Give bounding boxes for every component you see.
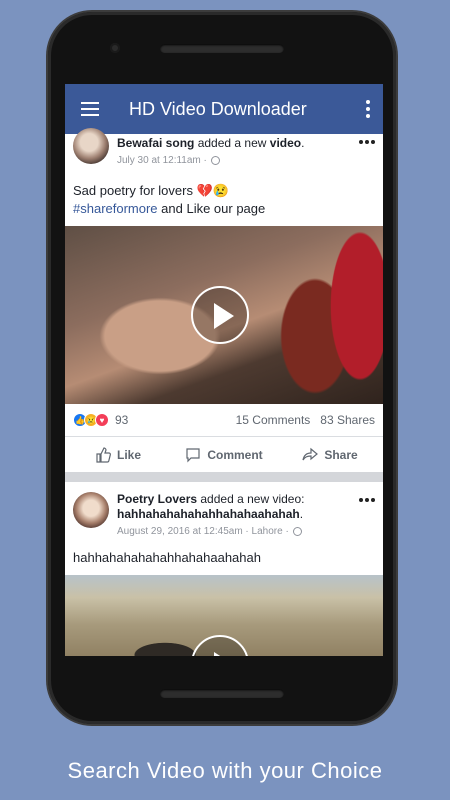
video-title[interactable]: hahhahahahahahhahahaahahah	[117, 507, 300, 521]
like-button[interactable]: Like	[65, 446, 171, 463]
timestamp: August 29, 2016 at 12:45am · Lahore ·	[117, 524, 304, 539]
action-tail: .	[301, 136, 305, 150]
play-icon[interactable]	[191, 635, 249, 656]
author-name[interactable]: Poetry Lovers	[117, 492, 197, 506]
post-more-icon[interactable]	[359, 140, 375, 144]
share-label: Share	[324, 447, 358, 462]
app-title: HD Video Downloader	[129, 98, 307, 119]
post-header: Bewafai song added a new video. July 30 …	[65, 128, 383, 168]
post-stats: 👍 😢 ♥ 93 15 Comments 83 Shares	[65, 404, 383, 436]
post-more-icon[interactable]	[359, 498, 375, 502]
post-actions: Like Comment Share	[65, 436, 383, 472]
post-text-tail: and Like our page	[157, 201, 266, 216]
comment-button[interactable]: Comment	[171, 447, 277, 463]
feed-divider	[65, 472, 383, 482]
speaker-grille-bottom	[160, 689, 284, 698]
post-meta: Bewafai song added a new video. July 30 …	[117, 136, 304, 168]
like-label: Like	[116, 447, 141, 462]
hashtag-link[interactable]: #shareformore	[73, 201, 158, 216]
post-text-line: hahhahahahahahhahahaahahah	[73, 550, 261, 565]
comment-count[interactable]: 15 Comments	[236, 413, 311, 427]
menu-icon[interactable]	[65, 84, 115, 134]
feed-post: Poetry Lovers added a new video: hahhaha…	[65, 482, 383, 656]
comment-label: Comment	[207, 447, 263, 462]
comment-icon	[186, 447, 200, 462]
love-reaction-icon: ♥	[95, 413, 109, 427]
globe-icon	[210, 156, 220, 165]
globe-icon	[292, 527, 302, 536]
app-bar: HD Video Downloader	[65, 84, 383, 134]
share-button[interactable]: Share	[277, 447, 383, 463]
post-text-line: Sad poetry for lovers 💔😢	[73, 183, 229, 198]
reaction-count[interactable]: 93	[115, 413, 128, 427]
avatar[interactable]	[73, 128, 109, 164]
more-vert-icon[interactable]	[353, 84, 383, 134]
promo-caption: Search Video with your Choice	[67, 758, 383, 783]
feed-post: Bewafai song added a new video. July 30 …	[65, 128, 383, 472]
action-tail: .	[299, 507, 304, 521]
post-text: Sad poetry for lovers 💔😢 #shareformore a…	[65, 182, 383, 218]
action-text: added a new video:	[197, 492, 305, 506]
play-icon[interactable]	[191, 286, 249, 344]
post-text: hahhahahahahahhahahaahahah	[65, 549, 383, 567]
action-text: added a new	[194, 136, 270, 150]
post-meta: Poetry Lovers added a new video: hahhaha…	[117, 492, 304, 539]
reaction-icons[interactable]: 👍 😢 ♥	[73, 413, 109, 427]
video-thumbnail[interactable]	[65, 575, 383, 656]
avatar[interactable]	[73, 492, 109, 528]
phone-screen: HD Video Downloader Bewafai song added a…	[65, 84, 383, 656]
author-name[interactable]: Bewafai song	[117, 136, 194, 150]
timestamp: July 30 at 12:11am ·	[117, 153, 304, 168]
action-strong[interactable]: video	[270, 136, 301, 150]
post-header: Poetry Lovers added a new video: hahhaha…	[65, 492, 383, 539]
speaker-grille	[160, 44, 284, 53]
timestamp-text: July 30 at 12:11am ·	[117, 155, 207, 166]
video-thumbnail[interactable]	[65, 226, 383, 404]
share-icon	[302, 447, 319, 460]
share-count[interactable]: 83 Shares	[320, 413, 375, 427]
timestamp-text: August 29, 2016 at 12:45am · Lahore ·	[117, 526, 289, 537]
camera-icon	[110, 43, 120, 53]
like-icon	[96, 446, 111, 463]
